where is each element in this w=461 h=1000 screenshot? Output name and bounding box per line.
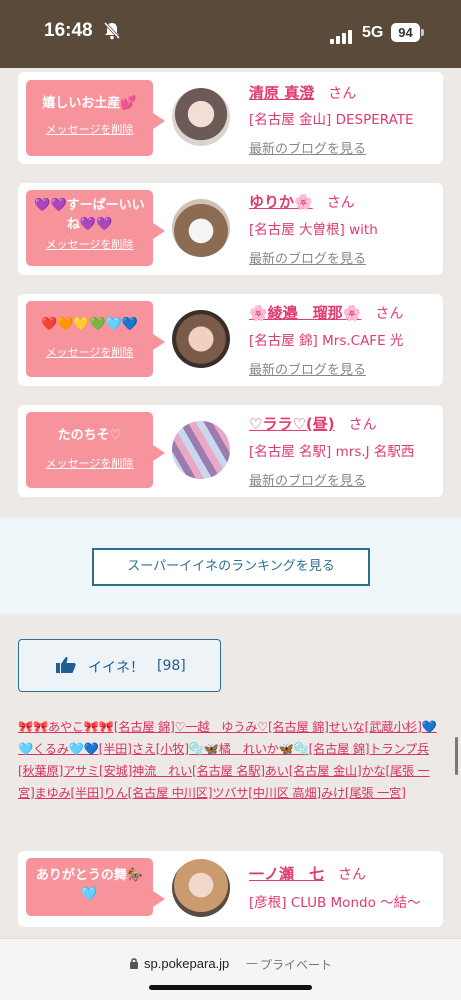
message-text: 💜💜すーぱーいいね💜💜 xyxy=(34,198,145,232)
network-type: 5G xyxy=(362,24,384,41)
ranking-button[interactable]: スーパーイイネのランキングを見る xyxy=(92,548,370,586)
cast-name-link[interactable]: 清原 真澄 さん xyxy=(249,82,356,103)
superiine-card: 💜💜すーぱーいいね💜💜 メッセージを削除 ゆりか🌸 さん [名古屋 大曽根] wi… xyxy=(18,183,443,275)
message-text: たのちそ♡ xyxy=(57,428,122,443)
iine-count: [98] xyxy=(157,658,186,674)
cast-name-link[interactable]: 一ノ瀬 七さん xyxy=(249,863,366,884)
home-indicator[interactable] xyxy=(149,985,312,990)
cell-signal-icon xyxy=(330,25,354,44)
blog-link[interactable]: 最新のブログを見る xyxy=(249,359,366,378)
superiine-card: ありがとうの舞🏇🩵 一ノ瀬 七さん [彦根] CLUB Mondo 〜結〜 xyxy=(18,851,443,927)
private-mode-label: プライベート xyxy=(260,958,333,972)
avatar[interactable] xyxy=(172,310,230,368)
shop-label: [名古屋 金山] DESPERATE xyxy=(249,112,414,128)
silent-bell-icon xyxy=(103,21,121,44)
message-bubble: 💜💜すーぱーいいね💜💜 メッセージを削除 xyxy=(26,190,165,266)
thumbs-up-icon xyxy=(55,656,77,678)
battery-tip xyxy=(421,29,424,36)
delete-message-link[interactable]: メッセージを削除 xyxy=(26,236,153,252)
shop-label: [名古屋 錦] Mrs.CAFE 光 xyxy=(249,333,404,349)
avatar[interactable] xyxy=(172,199,230,257)
cast-name[interactable]: 🌸綾邉 瑠那🌸 xyxy=(249,304,361,322)
cast-name[interactable]: 一ノ瀬 七 xyxy=(249,865,324,883)
url-separator: — xyxy=(246,956,258,970)
honorific: さん xyxy=(328,86,357,102)
honorific: さん xyxy=(348,417,377,433)
ranking-section: スーパーイイネのランキングを見る xyxy=(0,518,461,614)
message-bubble: ❤️🧡💛💚🩵💙 メッセージを削除 xyxy=(26,301,165,377)
blog-link[interactable]: 最新のブログを見る xyxy=(249,138,366,157)
battery-icon: 94 xyxy=(391,23,420,42)
honorific: さん xyxy=(375,306,404,322)
honorific: さん xyxy=(338,867,367,883)
cast-name[interactable]: ♡ララ♡(昼) xyxy=(249,415,335,433)
avatar[interactable] xyxy=(172,859,230,917)
shop-label: [名古屋 名駅] mrs.J 名駅西 xyxy=(249,444,415,460)
message-text: 嬉しいお土産💕 xyxy=(42,96,137,111)
shop-label: [彦根] CLUB Mondo 〜結〜 xyxy=(249,895,421,911)
iine-button[interactable]: イイネ！ [98] xyxy=(18,639,221,692)
cast-name-link[interactable]: ゆりか🌸 さん xyxy=(249,191,355,212)
blog-link[interactable]: 最新のブログを見る xyxy=(249,470,366,489)
liker-list[interactable]: 🎀🎀あやこ🎀🎀[名古屋 錦]♡一越 ゆうみ♡[名古屋 錦]せいな[武蔵小杉]💙🩵… xyxy=(18,716,438,804)
cast-name[interactable]: 清原 真澄 xyxy=(249,84,314,102)
cast-name[interactable]: ゆりか🌸 xyxy=(249,193,313,211)
message-bubble: たのちそ♡ メッセージを削除 xyxy=(26,412,165,488)
scrollbar[interactable] xyxy=(455,737,458,775)
browser-url-bar[interactable]: sp.pokepara.jp — プライベート xyxy=(0,938,461,1000)
url-domain: sp.pokepara.jp xyxy=(144,956,230,971)
honorific: さん xyxy=(326,195,355,211)
status-bar: 16:48 5G 94 xyxy=(0,0,461,68)
blog-link[interactable]: 最新のブログを見る xyxy=(249,248,366,267)
message-text: ありがとうの舞🏇🩵 xyxy=(35,868,144,902)
delete-message-link[interactable]: メッセージを削除 xyxy=(26,455,153,471)
status-time: 16:48 xyxy=(44,20,93,41)
message-text: ❤️🧡💛💚🩵💙 xyxy=(40,317,139,332)
avatar[interactable] xyxy=(172,421,230,479)
delete-message-link[interactable]: メッセージを削除 xyxy=(26,121,153,137)
cast-name-link[interactable]: ♡ララ♡(昼) さん xyxy=(249,413,377,434)
shop-label: [名古屋 大曽根] with xyxy=(249,222,378,238)
superiine-card: 嬉しいお土産💕 メッセージを削除 清原 真澄 さん [名古屋 金山] DESPER… xyxy=(18,72,443,164)
message-bubble: 嬉しいお土産💕 メッセージを削除 xyxy=(26,80,165,156)
delete-message-link[interactable]: メッセージを削除 xyxy=(26,344,153,360)
cast-name-link[interactable]: 🌸綾邉 瑠那🌸 さん xyxy=(249,302,403,323)
superiine-card: ❤️🧡💛💚🩵💙 メッセージを削除 🌸綾邉 瑠那🌸 さん [名古屋 錦] Mrs.C… xyxy=(18,294,443,386)
lock-icon xyxy=(129,957,139,972)
superiine-card: たのちそ♡ メッセージを削除 ♡ララ♡(昼) さん [名古屋 名駅] mrs.J … xyxy=(18,405,443,497)
avatar[interactable] xyxy=(172,88,230,146)
iine-label: イイネ！ xyxy=(88,660,144,676)
message-bubble: ありがとうの舞🏇🩵 xyxy=(26,858,165,916)
